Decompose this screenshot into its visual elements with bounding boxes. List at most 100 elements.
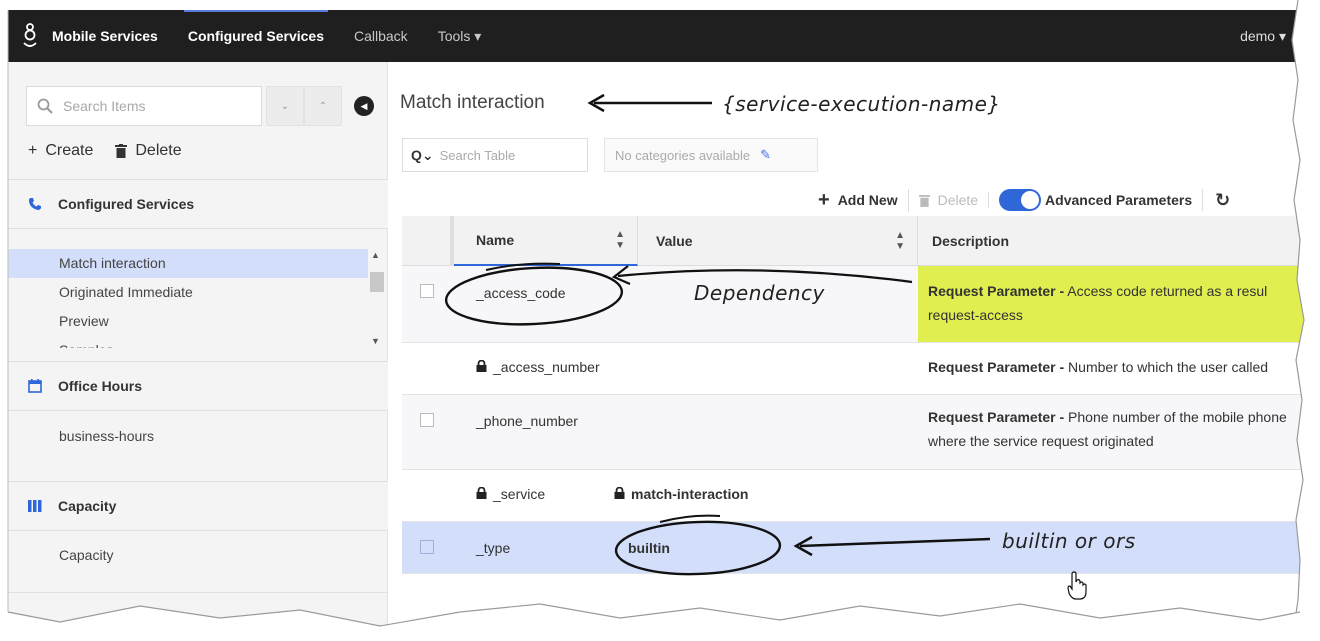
row-name: _service xyxy=(493,486,546,502)
nav-brand[interactable]: Mobile Services xyxy=(52,10,158,62)
nav-callback[interactable]: Callback xyxy=(354,10,408,62)
row-name-wrap: _access_number xyxy=(476,359,600,375)
collapse-sidebar-button[interactable]: ◀ xyxy=(354,96,374,116)
create-label: Create xyxy=(45,142,94,159)
desc-text: Number to which the user called xyxy=(1064,359,1269,375)
row-name: _access_code xyxy=(476,285,566,301)
parameters-table: Name ▲ ▼ Value ▲ ▼ Description _access_code … xyxy=(402,215,1308,574)
row-value-wrap: match-interaction xyxy=(614,486,748,502)
toggle-switch[interactable] xyxy=(999,189,1042,211)
nav-tools-dropdown[interactable]: Tools ▾ xyxy=(438,10,482,62)
annotation-dependency: Dependency xyxy=(694,281,825,305)
table-delete-button[interactable]: Delete xyxy=(909,192,990,208)
sort-icon[interactable]: ▲ ▼ xyxy=(895,230,905,252)
main-panel: Match interaction Q⌄ Search Table No cat… xyxy=(388,62,1308,641)
section-configured-services[interactable]: Configured Services xyxy=(8,179,388,229)
row-checkbox[interactable] xyxy=(420,540,434,554)
sidebar-item-preview[interactable]: Preview xyxy=(8,307,368,336)
table-row[interactable]: _phone_number Request Parameter - Phone … xyxy=(402,395,1308,470)
row-name: _type xyxy=(476,540,511,556)
column-header-name[interactable]: Name ▲ ▼ xyxy=(454,215,638,266)
caret-left-icon: ◀ xyxy=(360,100,368,111)
row-description: Request Parameter - Number to which the … xyxy=(928,359,1268,375)
top-navbar: Mobile Services Configured Services Call… xyxy=(8,10,1308,62)
column-label: Description xyxy=(932,232,1010,249)
table-header: Name ▲ ▼ Value ▲ ▼ Description xyxy=(402,215,1308,266)
plus-icon: + xyxy=(818,188,830,211)
table-search-input[interactable]: Q⌄ Search Table xyxy=(402,138,588,172)
section-title: Office Hours xyxy=(58,378,143,394)
sidebar: Search Items ⌄ ⌃ ◀ + Create Delete Config… xyxy=(8,62,388,641)
desc-text: Phone number of the mobile phone xyxy=(1064,409,1287,425)
row-description: Request Parameter - Phone number of the … xyxy=(928,405,1287,453)
lock-icon xyxy=(476,359,487,375)
sort-icon[interactable]: ▲ ▼ xyxy=(615,229,625,251)
table-row[interactable]: _access_code Request Parameter - Access … xyxy=(402,266,1308,343)
annotation-service-name: {service-execution-name} xyxy=(722,92,1001,116)
nav-configured-services[interactable]: Configured Services xyxy=(183,10,329,62)
row-name: _access_number xyxy=(493,359,600,375)
scroll-up-icon[interactable]: ▲ xyxy=(371,250,380,260)
user-menu[interactable]: demo ▾ xyxy=(1240,28,1286,45)
scroll-down-icon[interactable]: ▼ xyxy=(371,336,380,346)
sidebar-search-input[interactable]: Search Items xyxy=(26,86,262,126)
desc-bold: Request Parameter - xyxy=(928,283,1065,299)
column-label: Name xyxy=(476,231,515,248)
row-value[interactable]: builtin xyxy=(628,540,670,556)
sidebar-item-samples[interactable]: Samples xyxy=(8,336,368,348)
table-row[interactable]: _type builtin xyxy=(402,522,1308,574)
sidebar-item-capacity[interactable]: Capacity xyxy=(59,547,113,563)
create-button[interactable]: + Create xyxy=(28,142,93,160)
page-title: Match interaction xyxy=(400,92,545,113)
sidebar-actions: + Create Delete xyxy=(28,142,204,160)
add-new-button[interactable]: + Add New xyxy=(818,188,909,212)
annotation-builtin: builtin or ors xyxy=(1002,529,1136,553)
desc-bold: Request Parameter - xyxy=(928,409,1065,425)
categories-text: No categories available xyxy=(615,147,751,163)
bars-icon xyxy=(24,499,46,513)
desc-text-2: request-access xyxy=(928,307,1023,323)
column-header-description[interactable]: Description xyxy=(918,216,1308,266)
sidebar-item-originated-immediate[interactable]: Originated Immediate xyxy=(8,278,368,307)
desc-bold: Request Parameter - xyxy=(928,359,1065,375)
row-checkbox[interactable] xyxy=(420,284,434,298)
delete-button[interactable]: Delete xyxy=(115,142,182,160)
calendar-icon xyxy=(24,379,46,393)
move-down-button[interactable]: ⌄ xyxy=(266,86,304,126)
categories-field[interactable]: No categories available ✎ xyxy=(604,138,818,172)
row-description: Request Parameter - Access code returned… xyxy=(918,266,1308,342)
row-checkbox[interactable] xyxy=(420,413,434,427)
trash-icon xyxy=(918,194,930,207)
pencil-icon[interactable]: ✎ xyxy=(760,147,771,163)
section-capacity[interactable]: Capacity xyxy=(8,481,388,531)
genesys-logo-icon[interactable] xyxy=(8,10,52,62)
search-dropdown-icon[interactable]: Q⌄ xyxy=(411,147,434,164)
sidebar-item-business-hours[interactable]: business-hours xyxy=(59,428,154,444)
refresh-icon[interactable]: ↻ xyxy=(1203,190,1230,211)
scrollbar-thumb[interactable] xyxy=(370,272,384,292)
table-row[interactable]: _service match-interaction xyxy=(402,470,1308,522)
screenshot: Mobile Services Configured Services Call… xyxy=(0,0,1320,641)
sidebar-divider xyxy=(8,592,388,593)
plus-icon: + xyxy=(28,142,38,159)
row-name: _phone_number xyxy=(476,413,578,429)
table-delete-label: Delete xyxy=(937,192,979,208)
section-office-hours[interactable]: Office Hours xyxy=(8,361,388,411)
sidebar-item-match-interaction[interactable]: Match interaction xyxy=(8,249,368,278)
chevron-up-icon: ⌃ xyxy=(318,100,328,112)
header-select-column xyxy=(402,215,454,266)
desc-text: Access code returned as a resul xyxy=(1064,283,1268,299)
table-search-placeholder: Search Table xyxy=(439,147,516,163)
delete-label: Delete xyxy=(135,142,182,159)
move-up-button[interactable]: ⌃ xyxy=(304,86,342,126)
chevron-down-icon: ⌄ xyxy=(280,100,290,112)
table-row[interactable]: _access_number Request Parameter - Numbe… xyxy=(402,343,1308,395)
row-value: match-interaction xyxy=(631,486,749,502)
column-header-value[interactable]: Value ▲ ▼ xyxy=(638,215,918,266)
lock-icon xyxy=(614,486,625,502)
lock-icon xyxy=(476,486,487,502)
configured-services-list: Match interaction Originated Immediate P… xyxy=(8,249,368,348)
column-label: Value xyxy=(656,232,693,249)
advanced-parameters-toggle[interactable]: Advanced Parameters xyxy=(989,189,1204,211)
desc-text-2: where the service request originated xyxy=(928,433,1154,449)
